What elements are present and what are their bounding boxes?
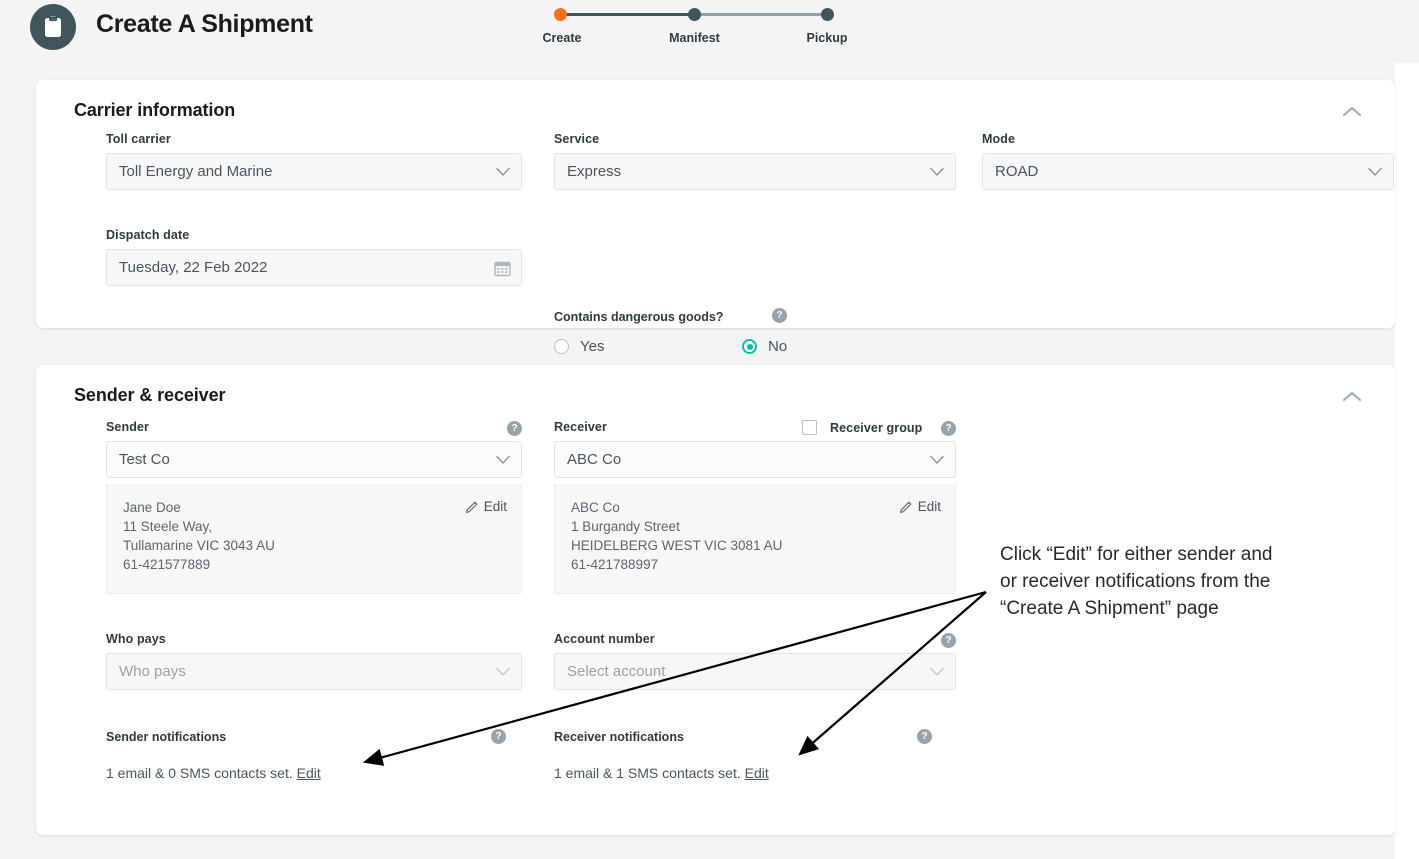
field-service: Service Express: [554, 132, 956, 190]
annotation-line-3: “Create A Shipment” page: [1000, 598, 1219, 619]
page-right-gutter: [1395, 0, 1419, 859]
clipboard-icon: [30, 4, 76, 50]
field-toll-carrier: Toll carrier Toll Energy and Marine: [106, 132, 522, 190]
field-who-pays: Who pays Who pays: [106, 632, 522, 690]
chevron-down-icon: [496, 167, 510, 176]
sender-edit-button[interactable]: Edit: [465, 497, 507, 516]
receiver-address-line: 1 Burgandy Street: [571, 519, 680, 534]
radio-circle-selected: [742, 339, 757, 354]
dangerous-goods-label: Contains dangerous goods?: [554, 310, 724, 324]
pencil-icon: [899, 501, 912, 513]
receiver-address-box: Edit ABC Co 1 Burgandy Street HEIDELBERG…: [554, 484, 956, 594]
radio-circle: [554, 339, 569, 354]
receiver-notifications-label: Receiver notifications: [554, 730, 684, 744]
chevron-down-icon: [496, 667, 510, 676]
receiver-address-line: HEIDELBERG WEST VIC 3081 AU: [571, 538, 783, 553]
toll-carrier-value: Toll Energy and Marine: [119, 163, 273, 180]
radio-label: No: [768, 338, 788, 355]
field-account-number: Account number ? Select account: [554, 632, 956, 690]
sender-notifications-edit-link[interactable]: Edit: [297, 765, 321, 781]
sender-notifications-summary: 1 email & 0 SMS contacts set. Edit: [106, 765, 321, 781]
carrier-card-title: Carrier information: [74, 100, 236, 120]
who-pays-value: Who pays: [119, 663, 186, 680]
account-number-label: Account number: [554, 632, 655, 646]
help-icon[interactable]: ?: [491, 729, 506, 744]
stepper-label-manifest[interactable]: Manifest: [657, 31, 732, 45]
sender-value: Test Co: [119, 451, 170, 468]
help-icon[interactable]: ?: [941, 421, 956, 436]
sender-card-title: Sender & receiver: [74, 385, 226, 405]
receiver-notifications-text: 1 email & 1 SMS contacts set.: [554, 765, 741, 781]
service-label: Service: [554, 132, 600, 146]
chevron-up-icon[interactable]: [1339, 387, 1365, 407]
stepper-track-2: [694, 13, 828, 16]
stepper-dot-pickup[interactable]: [821, 8, 834, 21]
annotation-line-1: Click “Edit” for either sender and: [1000, 544, 1273, 565]
page-header: Create A Shipment Create Manifest Pickup: [0, 0, 1419, 63]
sender-address-line: Jane Doe: [123, 500, 181, 515]
receiver-group-checkbox[interactable]: [802, 420, 817, 435]
annotation-text: Click “Edit” for either sender and or re…: [1000, 541, 1400, 622]
chevron-down-icon: [930, 667, 944, 676]
progress-stepper: Create Manifest Pickup: [543, 5, 858, 53]
account-number-value: Select account: [567, 663, 666, 680]
sender-address-box: Edit Jane Doe 11 Steele Way, Tullamarine…: [106, 484, 522, 594]
stepper-label-create[interactable]: Create: [532, 31, 592, 45]
help-icon[interactable]: ?: [507, 421, 522, 436]
stepper-dot-manifest[interactable]: [688, 8, 701, 21]
radio-dangerous-goods-no[interactable]: No: [742, 338, 787, 355]
chevron-down-icon: [930, 455, 944, 464]
mode-value: ROAD: [995, 163, 1039, 180]
receiver-notifications-summary: 1 email & 1 SMS contacts set. Edit: [554, 765, 769, 781]
sender-notifications-text: 1 email & 0 SMS contacts set.: [106, 765, 293, 781]
receiver-address-line: ABC Co: [571, 500, 620, 515]
mode-label: Mode: [982, 132, 1016, 146]
dispatch-date-input[interactable]: Tuesday, 22 Feb 2022: [106, 249, 522, 286]
chevron-up-icon[interactable]: [1339, 102, 1365, 122]
field-receiver: Receiver Receiver group ? ABC Co: [554, 420, 956, 478]
annotation-line-2: or receiver notifications from the: [1000, 571, 1271, 592]
calendar-icon[interactable]: [494, 259, 511, 276]
radio-dangerous-goods-yes[interactable]: Yes: [554, 338, 604, 355]
sender-address-line: 11 Steele Way,: [123, 519, 213, 534]
stepper-label-pickup[interactable]: Pickup: [796, 31, 858, 45]
receiver-edit-label: Edit: [917, 499, 941, 514]
receiver-address-line: 61-421788997: [571, 557, 659, 572]
sender-label: Sender: [106, 420, 149, 434]
who-pays-label: Who pays: [106, 632, 166, 646]
field-mode: Mode ROAD: [982, 132, 1394, 190]
receiver-group-label: Receiver group: [830, 421, 923, 435]
field-sender: Sender ? Test Co: [106, 420, 522, 478]
toll-carrier-label: Toll carrier: [106, 132, 171, 146]
help-icon[interactable]: ?: [917, 729, 932, 744]
service-value: Express: [567, 163, 622, 180]
sender-edit-label: Edit: [483, 499, 507, 514]
receiver-value: ABC Co: [567, 451, 622, 468]
field-dispatch-date: Dispatch date Tuesday, 22 Feb 2022: [106, 228, 522, 286]
mode-select[interactable]: ROAD: [982, 153, 1394, 190]
chevron-down-icon: [1368, 167, 1382, 176]
who-pays-select[interactable]: Who pays: [106, 653, 522, 690]
toll-carrier-select[interactable]: Toll Energy and Marine: [106, 153, 522, 190]
account-number-select[interactable]: Select account: [554, 653, 956, 690]
sender-notifications-label: Sender notifications: [106, 730, 227, 744]
help-icon[interactable]: ?: [772, 308, 787, 323]
chevron-down-icon: [496, 455, 510, 464]
receiver-notifications-edit-link[interactable]: Edit: [745, 765, 769, 781]
chevron-down-icon: [930, 167, 944, 176]
receiver-edit-button[interactable]: Edit: [899, 497, 941, 516]
radio-label: Yes: [580, 338, 605, 355]
receiver-select[interactable]: ABC Co: [554, 441, 956, 478]
sender-select[interactable]: Test Co: [106, 441, 522, 478]
dispatch-date-label: Dispatch date: [106, 228, 190, 242]
pencil-icon: [465, 501, 478, 513]
sender-address-line: 61-421577889: [123, 557, 211, 572]
service-select[interactable]: Express: [554, 153, 956, 190]
page-title: Create A Shipment: [96, 10, 313, 38]
stepper-dot-create[interactable]: [554, 8, 567, 21]
help-icon[interactable]: ?: [941, 633, 956, 648]
dispatch-date-value: Tuesday, 22 Feb 2022: [119, 259, 268, 276]
sender-address-line: Tullamarine VIC 3043 AU: [123, 538, 275, 553]
carrier-information-card: Carrier information Toll carrier Toll En…: [36, 80, 1395, 355]
